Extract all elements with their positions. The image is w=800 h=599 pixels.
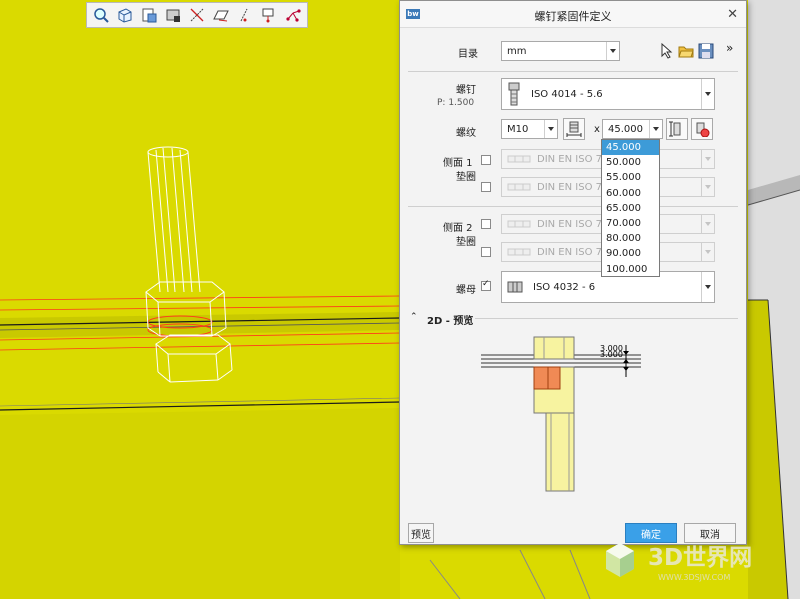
saved-view-icon[interactable] — [139, 5, 159, 25]
preview-section-label: 2D - 预览 — [427, 316, 474, 327]
length-option[interactable]: 60.000 — [602, 186, 659, 201]
screw-icon — [508, 82, 520, 106]
catalog-label: 目录 — [458, 49, 478, 60]
nut-checkbox[interactable] — [481, 279, 491, 291]
length-dropdown-list: 45.000 50.000 55.000 60.000 65.000 70.000 80.0… — [601, 139, 660, 277]
watermark-main-text: 3D世界网 — [648, 545, 752, 571]
washer-icon — [507, 220, 531, 228]
side1-washer1-value: DIN EN ISO 70 — [537, 153, 609, 165]
chevron-down-icon — [701, 215, 714, 233]
separator — [408, 206, 738, 207]
side1-extra-checkbox[interactable] — [481, 182, 491, 192]
separator — [408, 71, 738, 72]
length-measure-button[interactable] — [666, 118, 688, 140]
close-icon[interactable]: ✕ — [727, 7, 738, 22]
side2-washer-label: 垫圈 — [456, 237, 476, 248]
nut-label: 螺母 — [456, 285, 476, 296]
washer-icon — [507, 183, 531, 191]
chevron-down-icon — [701, 178, 714, 196]
preview-2d-drawing: 3.000 3.000 — [481, 336, 641, 492]
washer-icon — [507, 248, 531, 256]
watermark-logo: 3D世界网 WWW.3DSJW.COM — [598, 535, 798, 595]
length-option[interactable]: 70.000 — [602, 216, 659, 231]
side1-washer-label: 垫圈 — [456, 172, 476, 183]
select-cursor-icon[interactable] — [659, 42, 673, 59]
washer-icon — [507, 155, 531, 163]
thread-size-select[interactable]: M10 — [501, 119, 558, 139]
side2-extra-checkbox[interactable] — [481, 247, 491, 257]
chevron-down-icon — [649, 120, 662, 138]
thread-label: 螺纹 — [456, 128, 476, 139]
preview-button[interactable]: 预览 — [408, 523, 434, 543]
screw-label: 螺钉 — [456, 85, 476, 96]
times-sign: x — [594, 124, 600, 135]
display-style-icon[interactable] — [163, 5, 183, 25]
chevron-down-icon — [701, 150, 714, 168]
datum-display-icon[interactable] — [187, 5, 207, 25]
side2-washer-checkbox[interactable] — [481, 219, 491, 229]
length-option[interactable]: 100.000 — [602, 262, 659, 277]
length-option[interactable]: 65.000 — [602, 201, 659, 216]
length-option[interactable]: 90.000 — [602, 246, 659, 261]
fastener-definition-dialog: bw 螺钉紧固件定义 ✕ 目录 mm » 螺钉 P: 1.500 ISO 401… — [399, 0, 747, 545]
separator — [475, 318, 738, 319]
side1-washer2-value: DIN EN ISO 70 — [537, 181, 609, 193]
screw-select[interactable]: ISO 4014 - 5.6 — [501, 78, 715, 110]
side2-label: 侧面 2 — [443, 223, 473, 234]
catalog-select[interactable]: mm — [501, 41, 620, 61]
nut-icon — [507, 281, 523, 293]
plane-display-icon[interactable] — [211, 5, 231, 25]
nut-value: ISO 4032 - 6 — [533, 281, 596, 293]
watermark-sub-text: WWW.3DSJW.COM — [658, 573, 730, 582]
auto-length-button[interactable] — [691, 118, 713, 140]
thread-spec-button[interactable] — [563, 118, 585, 140]
csys-display-icon[interactable] — [283, 5, 303, 25]
catalog-value: mm — [507, 45, 527, 57]
side1-washer-checkbox[interactable] — [481, 155, 491, 165]
point-display-icon[interactable] — [259, 5, 279, 25]
chevron-down-icon — [606, 42, 619, 60]
screw-value: ISO 4014 - 5.6 — [531, 88, 603, 100]
section-collapse-icon[interactable]: ⌃ — [410, 312, 418, 322]
length-option[interactable]: 55.000 — [602, 170, 659, 185]
auto-length-icon — [696, 122, 710, 137]
chevron-down-icon — [701, 243, 714, 261]
collapse-panel-icon[interactable]: » — [726, 41, 733, 55]
thread-size-value: M10 — [507, 123, 529, 135]
length-option[interactable]: 45.000 — [602, 140, 659, 156]
view-cube-icon[interactable] — [115, 5, 135, 25]
chevron-down-icon — [544, 120, 557, 138]
axis-display-icon[interactable] — [235, 5, 255, 25]
save-icon[interactable] — [698, 43, 714, 59]
chevron-down-icon — [701, 79, 714, 109]
length-value: 45.000 — [608, 123, 643, 135]
chevron-down-icon — [701, 272, 714, 302]
length-option[interactable]: 80.000 — [602, 231, 659, 246]
side2-washer2-value: DIN EN ISO 70 — [537, 246, 609, 258]
length-option[interactable]: 50.000 — [602, 155, 659, 170]
side2-washer1-value: DIN EN ISO 70 — [537, 218, 609, 230]
side1-label: 侧面 1 — [443, 158, 473, 169]
background-window-strip — [747, 0, 800, 599]
length-select[interactable]: 45.000 — [602, 119, 663, 139]
dialog-title-bar[interactable]: bw 螺钉紧固件定义 ✕ — [400, 1, 746, 28]
open-folder-icon[interactable] — [678, 43, 694, 59]
dialog-title: 螺钉紧固件定义 — [534, 10, 612, 23]
thread-dimension-icon — [566, 121, 582, 137]
view-toolbar — [86, 2, 308, 28]
length-measure-icon — [669, 121, 681, 137]
zoom-icon[interactable] — [91, 5, 111, 25]
preview-dimension-2: 3.000 — [600, 350, 623, 359]
pitch-text: P: 1.500 — [437, 98, 475, 108]
